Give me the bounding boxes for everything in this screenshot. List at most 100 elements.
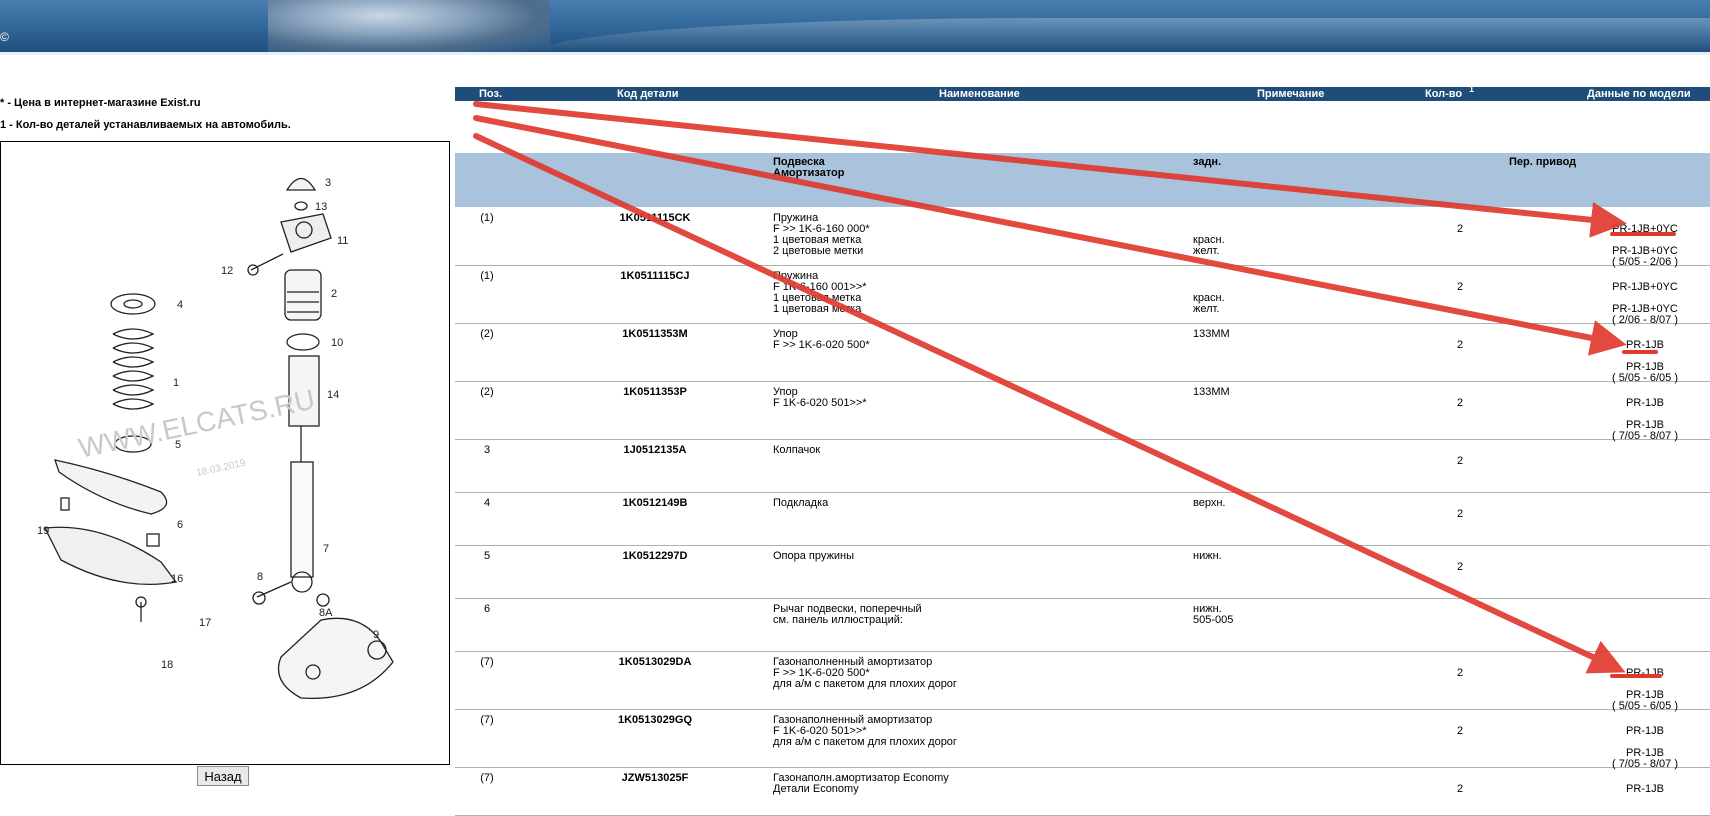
cell-qty: 2 [1456, 281, 1464, 293]
callout-2: 2 [331, 288, 337, 300]
cell-note: 133MM [1193, 386, 1230, 398]
table-row[interactable]: 6 Рычаг подвески, поперечный см. панель и… [455, 598, 1710, 652]
callout-8a: 8A [319, 607, 333, 619]
col-code[interactable]: Код детали [617, 88, 679, 100]
cell-pos: (1) [480, 212, 494, 224]
cell-pos: 3 [483, 444, 491, 456]
callout-17: 17 [199, 617, 211, 629]
watermark-text: WWW.ELCATS.RU [76, 384, 318, 464]
cell-name: Пружина F 1K-6-160 001>>* 1 цветовая мет… [773, 270, 867, 315]
cell-qty: 2 [1456, 339, 1464, 351]
cell-qty: 2 [1456, 455, 1464, 467]
cell-qty: 2 [1456, 397, 1464, 409]
cell-name: Рычаг подвески, поперечный см. панель ил… [773, 603, 922, 626]
table-row[interactable]: (7) JZW513025F Газонаполн.амортизатор Econ… [455, 767, 1710, 816]
callout-9: 9 [373, 629, 379, 641]
group-model: Пер. привод [1509, 156, 1577, 168]
cell-model: PR-1JB [1626, 783, 1664, 795]
cell-code: 1K0511115CK [619, 212, 691, 224]
cell-pos: (2) [480, 386, 494, 398]
table-row[interactable]: (1) 1K0511115CK Пружина F >> 1K-6-160 000*… [455, 207, 1710, 268]
callout-4: 4 [177, 299, 183, 311]
cell-note: верхн. [1193, 497, 1226, 509]
banner-wave [540, 18, 1710, 52]
cell-name: Газонаполненный амортизатор F >> 1K-6-02… [773, 656, 957, 690]
callout-8: 8 [257, 571, 263, 583]
col-model[interactable]: Данные по модели [1587, 88, 1691, 100]
suspension-illustration: 3 13 11 12 2 10 14 4 1 5 7 6 19 16 17 18… [37, 177, 394, 700]
cell-model: PR-1JB PR-1JB ( 5/05 - 6/05 ) [1611, 667, 1679, 712]
cell-code: 1K0513029GQ [618, 714, 692, 726]
cell-note: красн. желт. [1193, 234, 1225, 257]
table-row[interactable]: (7) 1K0513029GQ Газонаполненный амортизато… [455, 709, 1710, 770]
watermark-date: 18.03.2019 [195, 458, 247, 479]
cell-pos: 5 [483, 550, 491, 562]
cell-code: JZW513025F [621, 772, 689, 784]
cell-code: 1K0513029DA [618, 656, 692, 668]
cell-note: красн. желт. [1193, 292, 1225, 315]
table-row[interactable]: (2) 1K0511353M Упор F >> 1K-6-020 500* 133M… [455, 323, 1710, 384]
cell-qty: 2 [1456, 667, 1464, 679]
table-row[interactable]: (2) 1K0511353P Упор F 1K-6-020 501>>* 133MM… [455, 381, 1710, 442]
cell-pos: (1) [480, 270, 494, 282]
cell-model: PR-1JB+0YC PR-1JB+0YC ( 5/05 - 2/06 ) [1611, 223, 1679, 268]
table-row[interactable]: (1) 1K0511115CJ Пружина F 1K-6-160 001>>* … [455, 265, 1710, 326]
cell-name: Упор F >> 1K-6-020 500* [773, 328, 870, 351]
col-pos[interactable]: Поз. [479, 88, 502, 100]
cell-name: Пружина F >> 1K-6-160 000* 1 цветовая ме… [773, 212, 870, 257]
cell-pos: (7) [480, 656, 494, 668]
col-name[interactable]: Наименование [939, 88, 1020, 100]
callout-13: 13 [315, 201, 327, 213]
cell-qty: 2 [1456, 725, 1464, 737]
cell-qty: 2 [1456, 783, 1464, 795]
top-banner: © [0, 0, 1710, 55]
back-button[interactable]: Назад [197, 766, 249, 786]
cell-name: Газонаполн.амортизатор Economy Детали Ec… [773, 772, 949, 795]
callout-18: 18 [161, 659, 173, 671]
banner-engine-image [268, 0, 550, 52]
group-name-line2: Амортизатор [773, 167, 845, 179]
cell-model: PR-1JB+0YC PR-1JB+0YC ( 2/06 - 8/07 ) [1611, 281, 1679, 326]
cell-qty: 2 [1456, 223, 1464, 235]
cell-model: PR-1JB PR-1JB ( 5/05 - 6/05 ) [1611, 339, 1679, 384]
cell-model: PR-1JB PR-1JB ( 7/05 - 8/07 ) [1611, 397, 1679, 442]
callout-10: 10 [331, 337, 343, 349]
cell-code: 1J0512135A [623, 444, 687, 456]
cell-pos: (7) [480, 772, 494, 784]
callout-7: 7 [323, 543, 329, 555]
table-row[interactable]: 5 1K0512297D Опора пружины нижн. 2 [455, 545, 1710, 599]
cell-code: 1K0511115CJ [620, 270, 690, 282]
table-header: Поз. Код детали Наименование Примечание … [455, 84, 1710, 101]
callout-16: 16 [171, 573, 183, 585]
cell-pos: 6 [483, 603, 491, 615]
col-qty[interactable]: Кол-во [1425, 88, 1462, 100]
callout-11: 11 [337, 235, 348, 247]
cell-code: 1K0512297D [622, 550, 688, 562]
cell-name: Упор F 1K-6-020 501>>* [773, 386, 867, 409]
table-row[interactable]: (7) 1K0513029DA Газонаполненный амортизато… [455, 651, 1710, 712]
banner-bullet-icon: © [0, 30, 9, 44]
callout-14: 14 [327, 389, 339, 401]
col-note[interactable]: Примечание [1257, 88, 1324, 100]
table-row[interactable]: 4 1K0512149B Подкладка верхн. 2 [455, 492, 1710, 546]
cell-name: Колпачок [773, 444, 821, 456]
cell-name: Подкладка [773, 497, 829, 509]
cell-note: нижн. [1193, 550, 1222, 562]
table-row[interactable]: 3 1J0512135A Колпачок 2 [455, 439, 1710, 493]
cell-code: 1K0512149B [622, 497, 688, 509]
cell-code: 1K0511353P [623, 386, 687, 398]
cell-name: Опора пружины [773, 550, 854, 562]
cell-pos: (2) [480, 328, 494, 340]
legend-price-note: * - Цена в интернет-магазине Exist.ru [0, 97, 201, 109]
group-row: Подвеска Амортизатор задн. Пер. привод [455, 153, 1710, 207]
cell-pos: 4 [483, 497, 491, 509]
group-note: задн. [1193, 156, 1222, 168]
cell-qty: 2 [1456, 508, 1464, 520]
callout-12: 12 [221, 265, 233, 277]
callout-3: 3 [325, 177, 331, 189]
cell-model: PR-1JB PR-1JB ( 7/05 - 8/07 ) [1611, 725, 1679, 770]
cell-note: 133MM [1193, 328, 1230, 340]
callout-6: 6 [177, 519, 183, 531]
cell-name: Газонаполненный амортизатор F 1K-6-020 5… [773, 714, 957, 748]
cell-pos: (7) [480, 714, 494, 726]
